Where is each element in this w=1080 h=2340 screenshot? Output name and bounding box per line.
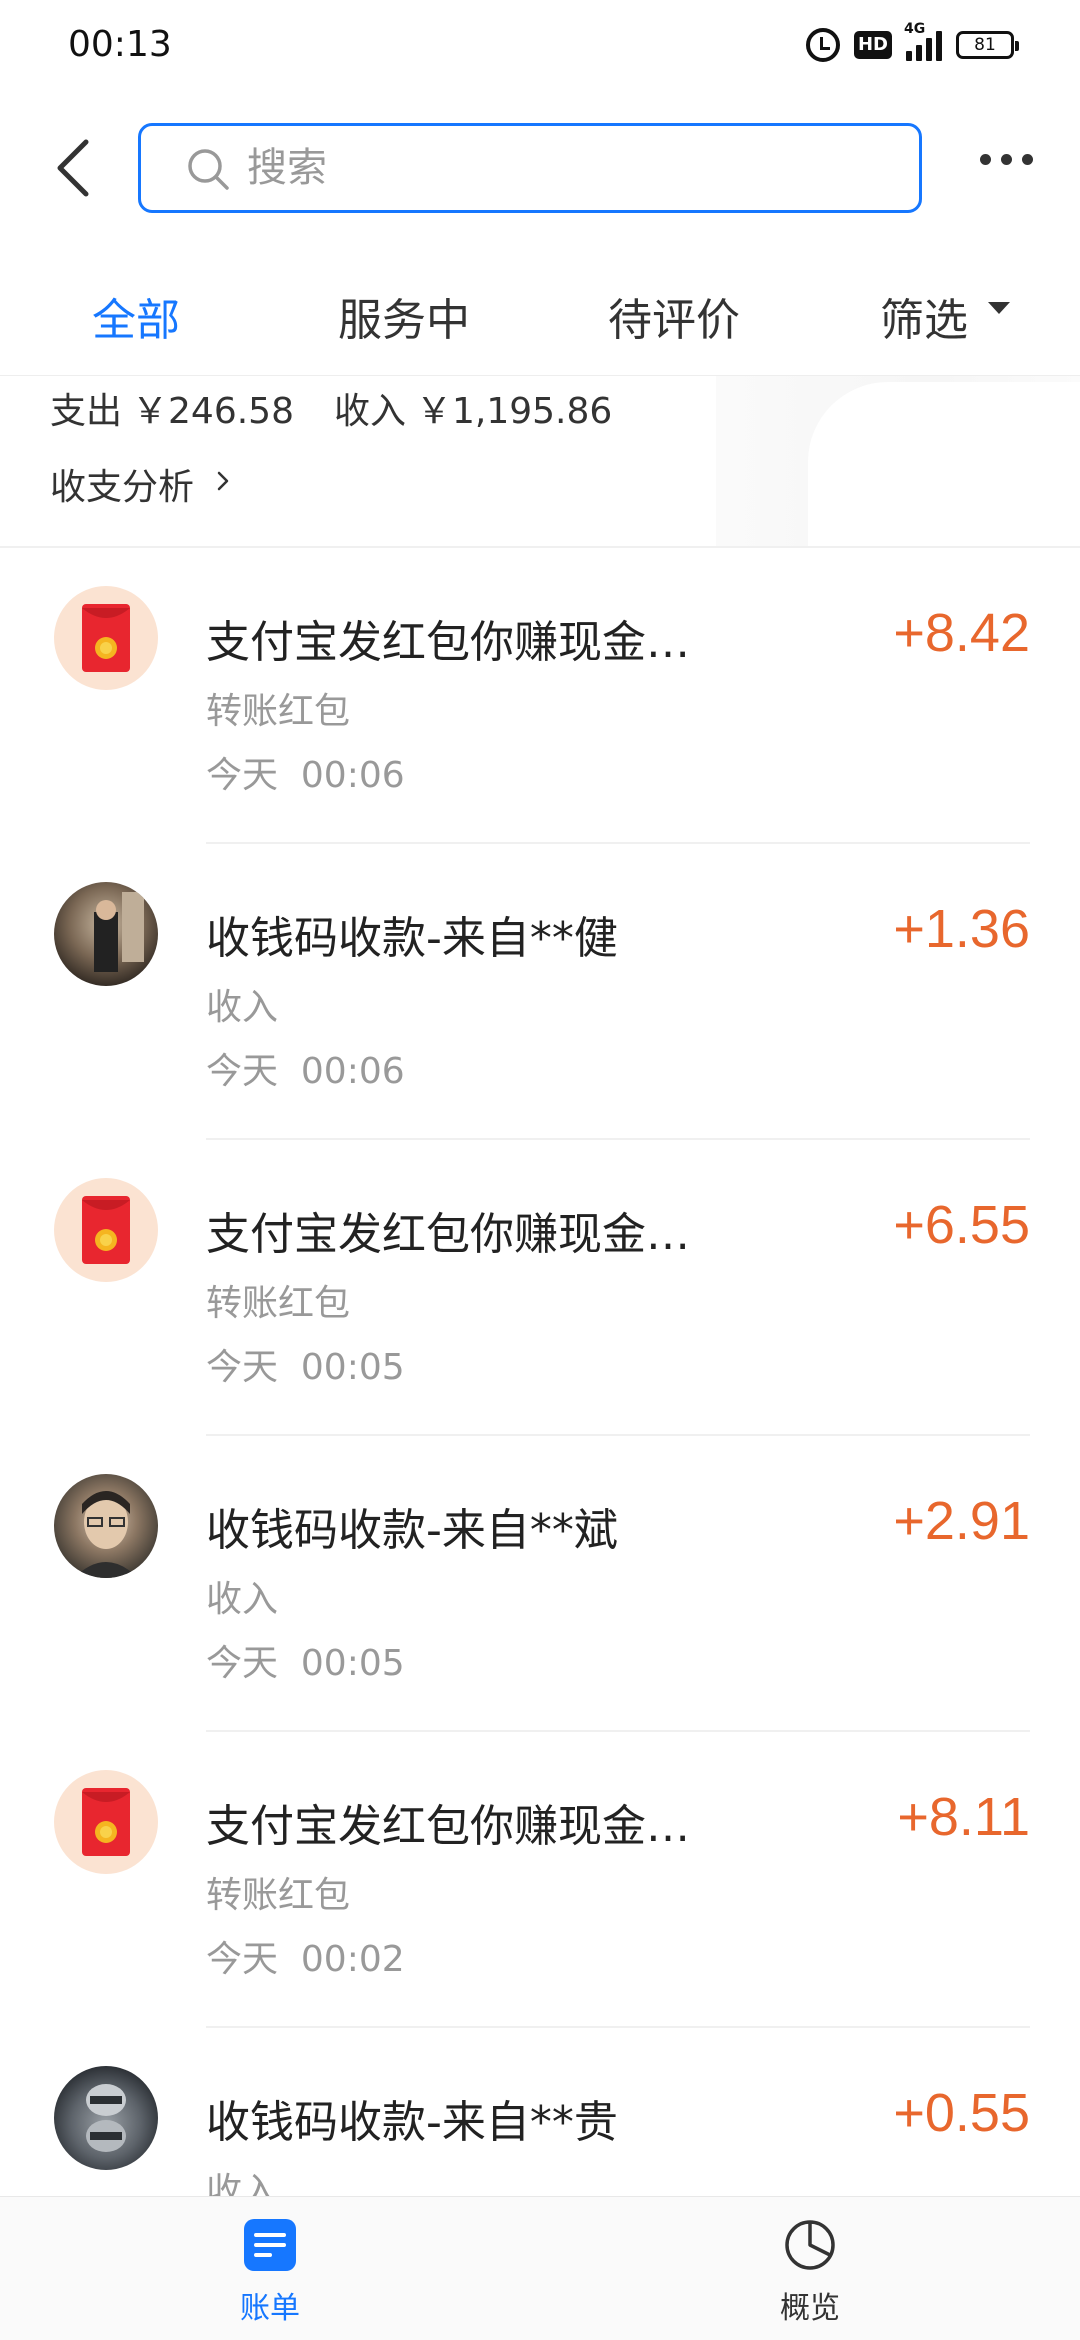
tab-serving[interactable]: 服务中	[338, 284, 470, 348]
status-time: 00:13	[68, 24, 172, 65]
tab-all[interactable]: 全部	[92, 284, 180, 348]
user-avatar	[54, 2066, 158, 2170]
header	[0, 96, 1080, 246]
bottom-nav: 账单 概览	[0, 2196, 1080, 2340]
transaction-title: 收钱码收款-来自**贵	[206, 2097, 618, 2148]
hd-icon: HD	[853, 31, 892, 59]
user-avatar	[54, 882, 158, 986]
nav-overview-label: 概览	[780, 2291, 840, 2326]
transaction-row[interactable]: 支付宝发红包你赚现金… +8.11 转账红包 今天 00:02	[0, 1732, 1080, 2028]
income-expense-analysis-link[interactable]: 收支分析	[50, 458, 194, 510]
expense-label: 支出	[50, 391, 123, 432]
search-box[interactable]	[138, 123, 922, 213]
red-envelope-icon	[54, 1770, 158, 1874]
transaction-title: 收钱码收款-来自**斌	[206, 1505, 618, 1556]
transaction-title: 支付宝发红包你赚现金…	[206, 1209, 690, 1260]
battery-icon: 81	[956, 31, 1019, 59]
tab-bar: 全部 服务中 待评价 筛选	[0, 246, 1080, 376]
transaction-row[interactable]: 收钱码收款-来自**健 +1.36 收入 今天 00:06	[0, 844, 1080, 1140]
transaction-title: 收钱码收款-来自**健	[206, 913, 618, 964]
expense-amount: ￥246.58	[132, 391, 294, 432]
signal-icon: 4G	[904, 21, 942, 61]
nav-bills-label: 账单	[240, 2291, 300, 2326]
tab-pending-review[interactable]: 待评价	[608, 284, 740, 348]
alarm-icon	[805, 28, 840, 62]
summary-decoration	[716, 376, 1080, 546]
status-bar: 00:13 HD 4G 81	[0, 0, 1080, 96]
income-label: 收入	[333, 391, 406, 432]
tab-filter[interactable]: 筛选	[880, 284, 968, 348]
transaction-row[interactable]: 支付宝发红包你赚现金… +6.55 转账红包 今天 00:05	[0, 1140, 1080, 1436]
bill-icon	[244, 2219, 296, 2271]
transaction-amount: +2.91	[893, 1491, 1030, 1551]
chevron-right-icon[interactable]	[216, 470, 230, 492]
transaction-time: 今天 00:02	[206, 1939, 405, 1980]
transaction-time: 今天 00:06	[206, 1051, 405, 1092]
nav-bills[interactable]: 账单	[200, 2217, 340, 2327]
transaction-time: 今天 00:06	[206, 755, 405, 796]
transaction-type: 转账红包	[206, 1283, 351, 1324]
transaction-type: 转账红包	[206, 691, 351, 732]
pie-chart-icon	[785, 2220, 835, 2270]
transaction-amount: +8.11	[897, 1787, 1030, 1847]
transaction-amount: +6.55	[893, 1195, 1030, 1255]
transaction-type: 收入	[206, 987, 279, 1028]
user-avatar	[54, 1474, 158, 1578]
search-input[interactable]	[247, 126, 887, 210]
transaction-title: 支付宝发红包你赚现金…	[206, 617, 690, 668]
status-icons: HD 4G 81	[805, 21, 1019, 62]
search-icon	[188, 149, 229, 190]
transaction-type: 收入	[206, 1579, 279, 1620]
transaction-type: 转账红包	[206, 1875, 351, 1916]
back-arrow-icon[interactable]	[52, 138, 92, 198]
summary-totals: 支出 ￥246.58 收入 ￥1,195.86	[50, 382, 622, 434]
transaction-row[interactable]: 收钱码收款-来自**斌 +2.91 收入 今天 00:05	[0, 1436, 1080, 1732]
transaction-list: 支付宝发红包你赚现金… +8.42 转账红包 今天 00:06 收钱码收款-来自…	[0, 548, 1080, 2324]
battery-level: 81	[974, 35, 996, 55]
transaction-time: 今天 00:05	[206, 1347, 405, 1388]
more-options-icon[interactable]	[980, 154, 1033, 165]
red-envelope-icon	[54, 586, 158, 690]
transaction-amount: +0.55	[893, 2083, 1030, 2143]
red-envelope-icon	[54, 1178, 158, 1282]
nav-overview[interactable]: 概览	[740, 2217, 880, 2327]
transaction-amount: +8.42	[893, 603, 1030, 663]
transaction-row[interactable]: 支付宝发红包你赚现金… +8.42 转账红包 今天 00:06	[0, 548, 1080, 844]
transaction-time: 今天 00:05	[206, 1643, 405, 1684]
income-amount: ￥1,195.86	[416, 391, 613, 432]
summary-panel: 支出 ￥246.58 收入 ￥1,195.86 收支分析	[0, 376, 1080, 548]
network-type: 4G	[904, 21, 926, 37]
transaction-amount: +1.36	[893, 899, 1030, 959]
caret-down-icon[interactable]	[988, 302, 1010, 314]
transaction-title: 支付宝发红包你赚现金…	[206, 1801, 690, 1852]
